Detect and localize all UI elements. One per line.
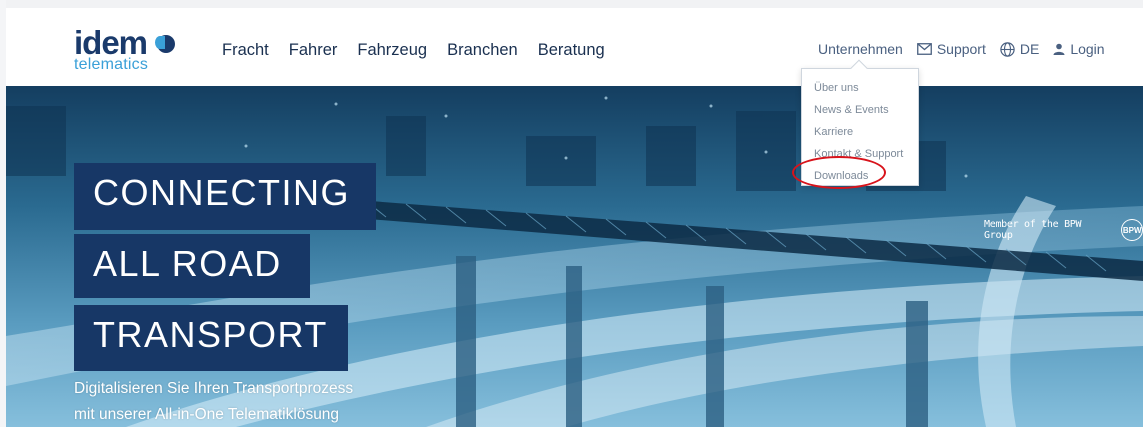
logo-subtitle: telematics [74, 56, 149, 73]
bpw-logo-icon: BPW [1121, 219, 1143, 241]
bpw-group-badge[interactable]: Member of the BPW Group BPW [984, 219, 1143, 241]
support-label: Support [936, 41, 986, 57]
login-link[interactable]: Login [1053, 40, 1105, 58]
menu-item-karriere[interactable]: Karriere [802, 121, 918, 143]
nav-item-fahrer[interactable]: Fahrer [289, 39, 338, 61]
login-label: Login [1070, 41, 1105, 57]
logo-wordmark: idem [74, 24, 148, 61]
nav-item-fracht[interactable]: Fracht [222, 39, 269, 61]
nav-item-branchen[interactable]: Branchen [447, 39, 518, 61]
hero-subline-2: mit unserer All-in-One Telematiklösung [74, 406, 340, 423]
menu-item-ueber-uns[interactable]: Über uns [802, 77, 918, 99]
globe-icon [1000, 41, 1015, 57]
window-top-edge [0, 0, 1143, 8]
nav-item-unternehmen[interactable]: Unternehmen [818, 40, 903, 58]
main-navigation: Fracht Fahrer Fahrzeug Branchen Beratung [222, 39, 625, 61]
bpw-text: Member of the BPW Group [984, 219, 1082, 241]
menu-item-kontakt-support[interactable]: Kontakt & Support [802, 143, 918, 165]
utility-navigation: Unternehmen Support DE Login [818, 40, 1105, 58]
headline-line-2: ALL ROAD [74, 234, 310, 298]
hero-subline-1: Digitalisieren Sie Ihren Transportprozes… [74, 380, 354, 397]
unternehmen-dropdown-menu: Über uns News & Events Karriere Kontakt … [801, 59, 919, 187]
site-header: idem telematics Fracht Fahrer Fahrzeug B… [6, 8, 1143, 86]
logo-dot-accent-icon [155, 36, 165, 49]
idem-telematics-logo[interactable]: idem telematics [74, 26, 194, 76]
headline-line-3: TRANSPORT [74, 305, 348, 371]
user-icon [1053, 43, 1065, 55]
envelope-icon [916, 43, 932, 55]
language-switch[interactable]: DE [1000, 40, 1039, 58]
nav-item-fahrzeug[interactable]: Fahrzeug [357, 39, 427, 61]
nav-item-beratung[interactable]: Beratung [538, 39, 605, 61]
menu-item-news-events[interactable]: News & Events [802, 99, 918, 121]
menu-item-downloads[interactable]: Downloads [802, 165, 918, 187]
language-label: DE [1019, 41, 1040, 57]
support-link[interactable]: Support [916, 40, 986, 58]
headline-line-1: CONNECTING [74, 163, 376, 230]
